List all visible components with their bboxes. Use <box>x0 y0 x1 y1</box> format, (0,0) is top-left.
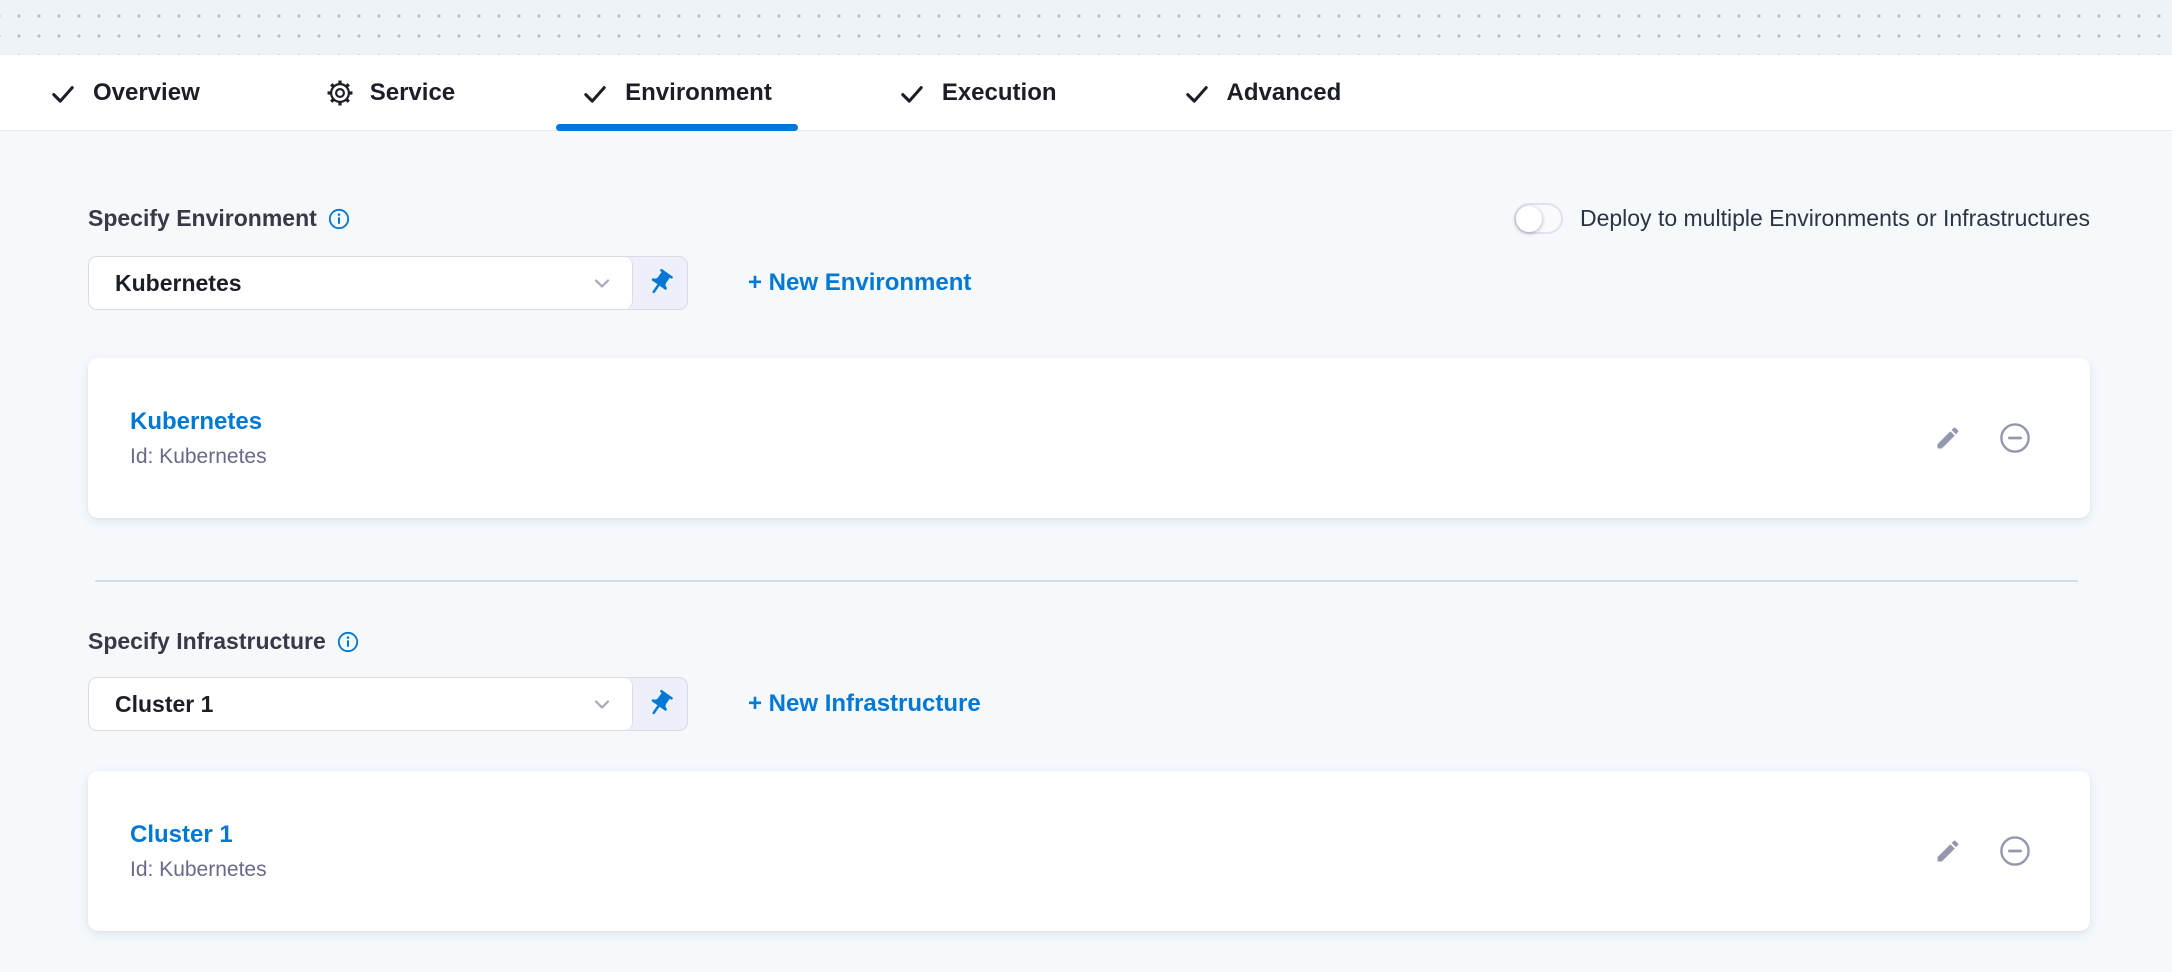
multi-env-toggle[interactable] <box>1514 203 1563 234</box>
tab-environment[interactable]: Environment <box>556 55 798 130</box>
environment-label-row: Specify Environment Deploy to multiple E… <box>88 203 2090 234</box>
environment-select-row: Kubernetes + New Environment <box>88 256 2090 310</box>
check-icon <box>582 80 608 106</box>
stage-tabbar: Overview Service Environment Execution A… <box>0 55 2172 131</box>
gear-icon <box>327 80 353 106</box>
pencil-icon <box>1934 837 1962 865</box>
minus-circle-icon <box>1998 421 2032 455</box>
tab-execution[interactable]: Execution <box>873 55 1083 130</box>
chevron-down-icon <box>590 271 614 295</box>
check-icon <box>899 80 925 106</box>
specify-environment-label: Specify Environment <box>88 205 317 232</box>
tab-label: Execution <box>942 79 1057 107</box>
infrastructure-select-value: Cluster 1 <box>115 691 213 718</box>
environment-card-text: Kubernetes Id: Kubernetes <box>130 408 267 469</box>
pin-icon <box>645 689 675 719</box>
chevron-down-icon <box>590 692 614 716</box>
environment-tab-panel: Specify Environment Deploy to multiple E… <box>0 203 2172 931</box>
infrastructure-select-group: Cluster 1 <box>88 677 688 731</box>
environment-select-group: Kubernetes <box>88 256 688 310</box>
tab-service[interactable]: Service <box>301 55 481 130</box>
pin-icon <box>645 268 675 298</box>
tab-label: Advanced <box>1227 79 1342 107</box>
multi-env-toggle-label: Deploy to multiple Environments or Infra… <box>1580 205 2090 232</box>
toggle-knob <box>1516 206 1542 232</box>
infrastructure-card: Cluster 1 Id: Kubernetes <box>88 771 2090 931</box>
infrastructure-pin-button[interactable] <box>633 678 687 730</box>
infrastructure-card-id: Id: Kubernetes <box>130 858 267 882</box>
environment-card-title[interactable]: Kubernetes <box>130 408 267 436</box>
minus-circle-icon <box>1998 834 2032 868</box>
environment-select-value: Kubernetes <box>115 270 242 297</box>
tab-label: Overview <box>93 79 200 107</box>
infrastructure-select[interactable]: Cluster 1 <box>89 678 633 730</box>
edit-infrastructure-button[interactable] <box>1934 837 1962 865</box>
remove-infrastructure-button[interactable] <box>1998 834 2032 868</box>
info-icon[interactable] <box>328 208 350 230</box>
infrastructure-card-title[interactable]: Cluster 1 <box>130 821 267 849</box>
multi-env-toggle-row: Deploy to multiple Environments or Infra… <box>1514 203 2090 234</box>
specify-infrastructure-label: Specify Infrastructure <box>88 628 326 655</box>
tab-label: Service <box>370 79 455 107</box>
tab-advanced[interactable]: Advanced <box>1158 55 1368 130</box>
section-divider <box>95 580 2078 582</box>
dotted-background-band <box>0 0 2172 55</box>
edit-environment-button[interactable] <box>1934 424 1962 452</box>
infrastructure-card-actions <box>1934 834 2032 868</box>
environment-pin-button[interactable] <box>633 257 687 309</box>
remove-environment-button[interactable] <box>1998 421 2032 455</box>
environment-card: Kubernetes Id: Kubernetes <box>88 358 2090 518</box>
environment-select[interactable]: Kubernetes <box>89 257 633 309</box>
new-environment-button[interactable]: + New Environment <box>748 269 971 297</box>
check-icon <box>50 80 76 106</box>
info-icon[interactable] <box>337 631 359 653</box>
infrastructure-label-row: Specify Infrastructure <box>88 628 2090 655</box>
tab-label: Environment <box>625 79 772 107</box>
new-infrastructure-button[interactable]: + New Infrastructure <box>748 690 981 718</box>
infrastructure-select-row: Cluster 1 + New Infrastructure <box>88 677 2090 731</box>
environment-card-actions <box>1934 421 2032 455</box>
pencil-icon <box>1934 424 1962 452</box>
check-icon <box>1184 80 1210 106</box>
tab-overview[interactable]: Overview <box>24 55 226 130</box>
infrastructure-card-text: Cluster 1 Id: Kubernetes <box>130 821 267 882</box>
environment-card-id: Id: Kubernetes <box>130 445 267 469</box>
